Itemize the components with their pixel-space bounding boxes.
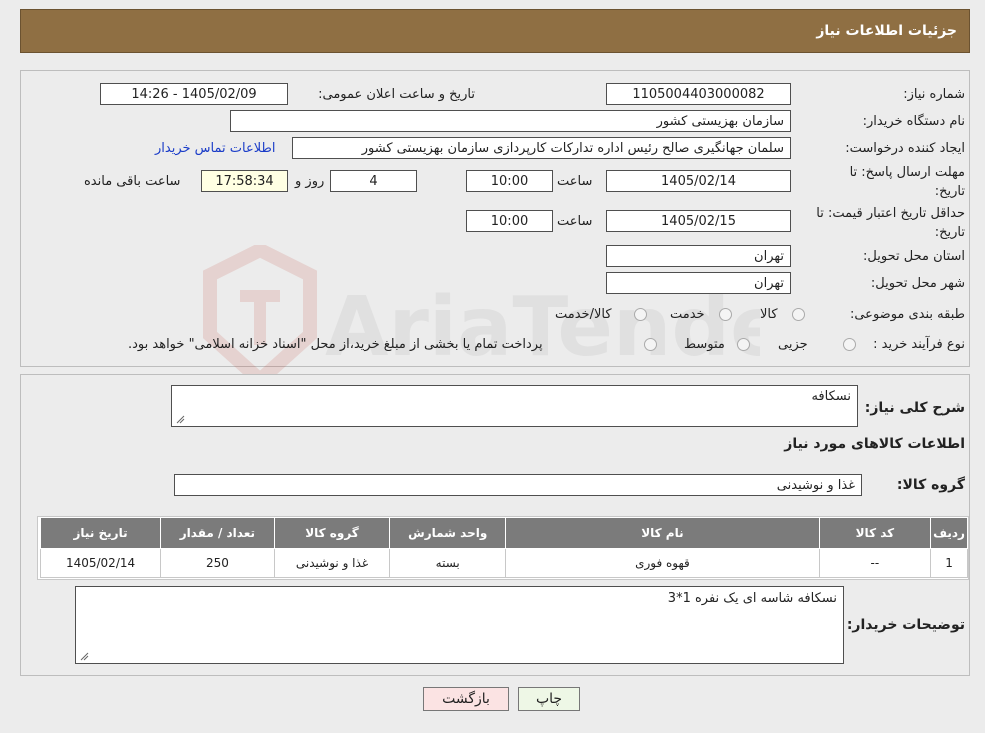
cell-quantity: 250 — [160, 548, 275, 578]
deadline-time-field: 10:00 — [466, 170, 553, 192]
buyer-notes-label: توضیحات خریدار: — [846, 617, 965, 633]
deadline-label-date: تاریخ: — [934, 184, 965, 199]
cell-row-no: 1 — [930, 548, 968, 578]
col-header-row-no: ردیف — [930, 517, 968, 549]
back-button[interactable]: بازگشت — [423, 687, 509, 711]
creator-field: سلمان جهانگیری صالح رئیس اداره تدارکات ک… — [292, 137, 791, 159]
cell-group: غذا و نوشیدنی — [273, 548, 391, 578]
goods-table-wrapper: ردیف کد کالا نام کالا واحد شمارش گروه کا… — [37, 516, 969, 580]
province-field: تهران — [606, 245, 791, 267]
remaining-time-field: 17:58:34 — [201, 170, 288, 192]
deadline-time-label: ساعت — [557, 174, 593, 189]
summary-label: شرح کلی نیاز: — [864, 400, 965, 416]
col-header-unit: واحد شمارش — [389, 517, 507, 549]
cell-code: -- — [818, 548, 932, 578]
table-header-row: ردیف کد کالا نام کالا واحد شمارش گروه کا… — [39, 517, 968, 549]
category-option-goods: کالا — [760, 307, 778, 322]
validity-time-label: ساعت — [557, 214, 593, 229]
deadline-date-field: 1405/02/14 — [606, 170, 791, 192]
summary-textarea[interactable]: نسکافه — [171, 385, 858, 427]
need-number-label: شماره نیاز: — [903, 87, 965, 102]
category-option-service: خدمت — [670, 307, 705, 322]
category-option-goods-service: کالا/خدمت — [555, 307, 612, 322]
resize-grip-icon[interactable] — [175, 414, 185, 424]
buyer-notes-text: نسکافه شاسه ای یک نفره 1*3 — [667, 591, 837, 606]
summary-text: نسکافه — [811, 389, 851, 404]
validity-date-field: 1405/02/15 — [606, 210, 791, 232]
col-header-date: تاریخ نیاز — [39, 517, 162, 549]
table-row: 1 -- قهوه فوری بسته غذا و نوشیدنی 250 14… — [39, 548, 968, 578]
cell-date: 1405/02/14 — [39, 548, 162, 578]
announce-datetime-field: 1405/02/09 - 14:26 — [100, 83, 288, 105]
process-option-minor: جزیی — [778, 337, 808, 352]
province-label: استان محل تحویل: — [863, 249, 965, 264]
cell-unit: بسته — [389, 548, 507, 578]
days-label: روز و — [295, 174, 325, 189]
goods-group-label: گروه کالا: — [896, 477, 965, 493]
buyer-org-field: سازمان بهزیستی کشور — [230, 110, 791, 132]
category-radio-goods[interactable] — [792, 308, 805, 321]
process-radio-medium[interactable] — [737, 338, 750, 351]
process-label: نوع فرآیند خرید : — [873, 337, 965, 352]
print-button[interactable]: چاپ — [518, 687, 580, 711]
cell-name: قهوه فوری — [505, 548, 820, 578]
goods-table: ردیف کد کالا نام کالا واحد شمارش گروه کا… — [39, 517, 968, 578]
col-header-group: گروه کالا — [273, 517, 391, 549]
validity-time-field: 10:00 — [466, 210, 553, 232]
validity-label: حداقل تاریخ اعتبار قیمت: تا — [816, 206, 965, 221]
buyer-org-label: نام دستگاه خریدار: — [862, 114, 965, 129]
goods-group-field: غذا و نوشیدنی — [174, 474, 862, 496]
creator-label: ایجاد کننده درخواست: — [845, 141, 965, 156]
announce-label: تاریخ و ساعت اعلان عمومی: — [318, 87, 475, 102]
process-radio-treasury[interactable] — [644, 338, 657, 351]
process-radio-minor[interactable] — [843, 338, 856, 351]
days-remaining-field: 4 — [330, 170, 417, 192]
goods-info-title: اطلاعات کالاهای مورد نیاز — [784, 436, 965, 452]
process-option-medium: متوسط — [684, 337, 725, 352]
validity-label-date: تاریخ: — [934, 225, 965, 240]
category-label: طبقه بندی موضوعی: — [849, 307, 965, 322]
page-header: جزئیات اطلاعات نیاز — [20, 9, 970, 53]
remaining-time-label: ساعت باقی مانده — [84, 174, 181, 189]
col-header-code: کد کالا — [818, 517, 932, 549]
process-note: پرداخت تمام یا بخشی از مبلغ خرید،از محل … — [128, 337, 543, 352]
category-radio-goods-service[interactable] — [634, 308, 647, 321]
city-label: شهر محل تحویل: — [870, 276, 965, 291]
buyer-contact-link[interactable]: اطلاعات تماس خریدار — [155, 141, 275, 156]
buyer-notes-textarea[interactable]: نسکافه شاسه ای یک نفره 1*3 — [75, 586, 844, 664]
col-header-quantity: تعداد / مقدار — [160, 517, 275, 549]
col-header-name: نام کالا — [505, 517, 820, 549]
category-radio-service[interactable] — [719, 308, 732, 321]
city-field: تهران — [606, 272, 791, 294]
page-title: جزئیات اطلاعات نیاز — [816, 23, 957, 39]
deadline-label: مهلت ارسال پاسخ: تا — [849, 165, 965, 180]
resize-grip-icon[interactable] — [79, 651, 89, 661]
need-number-field: 1105004403000082 — [606, 83, 791, 105]
svg-text:AriaTender.neT: AriaTender.neT — [325, 280, 760, 375]
